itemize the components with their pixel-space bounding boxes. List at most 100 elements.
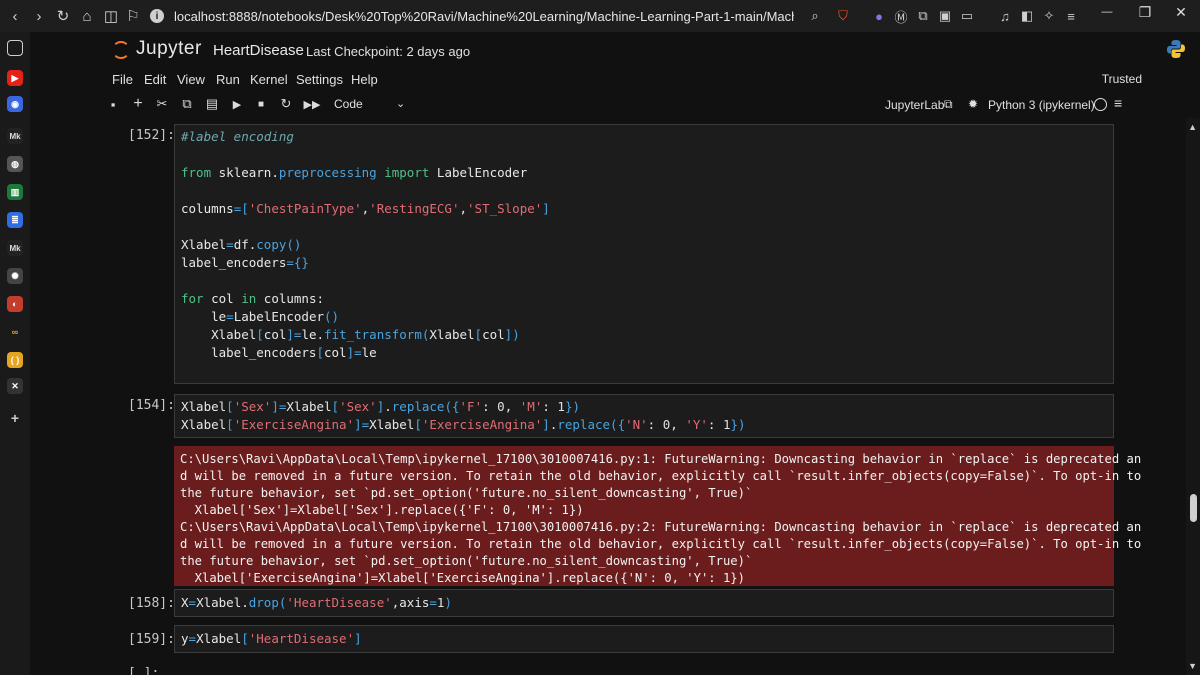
stderr-line: Xlabel['ExerciseAngina']=Xlabel['Exercis… [180,571,745,585]
jupyter-notebook-app: Jupyter HeartDisease Last Checkpoint: 2 … [30,32,1200,675]
save-icon[interactable]: ▪ [105,96,121,112]
code-line: label_encoders[col]=le [181,345,377,360]
cell-type-select[interactable]: Code [334,97,363,111]
infinity-icon[interactable]: ∞ [7,324,23,340]
address-bar[interactable]: i localhost:8888/notebooks/Desk%20Top%20… [150,5,838,27]
add-cell-icon[interactable]: + [130,95,146,112]
maximize-button[interactable]: ❐ [1130,0,1160,24]
code-cell[interactable]: X=Xlabel.drop('HeartDisease',axis=1) [174,589,1114,617]
external-link-icon[interactable]: ⧉ [944,97,953,112]
code-line: label_encoders={} [181,255,309,270]
menu-run[interactable]: Run [216,72,240,87]
trusted-indicator[interactable]: Trusted [1102,72,1142,86]
puzzle-icon[interactable]: ⧉ [914,7,932,25]
browser-toolbar: ‹ › ↻ ⌂ ◫ ⚐ i localhost:8888/notebooks/D… [0,0,1200,32]
metamask-icon[interactable]: Ⓜ [892,7,910,25]
cut-icon[interactable]: ✂ [154,96,170,112]
menu-view[interactable]: View [177,72,205,87]
debugger-icon[interactable]: ✹ [968,97,978,111]
minimize-button[interactable]: — [1092,0,1122,24]
notebook-toolbar: ▪ + ✂ ⧉ ▤ ▶ ■ ↻ ▶▶ Code ⌄ JupyterLab ⧉ ✹… [30,92,1200,118]
menu-help[interactable]: Help [351,72,378,87]
code-line: #label encoding [181,129,294,144]
menu-edit[interactable]: Edit [144,72,166,87]
code-line: le=LabelEncoder() [181,309,340,324]
stderr-line: Xlabel['Sex']=Xlabel['Sex'].replace({'F'… [180,503,584,517]
cell-prompt: [152]: [128,128,175,143]
medium-icon-2[interactable]: Mk [7,240,23,256]
back-icon[interactable]: ‹ [4,5,26,27]
code-cell[interactable]: #label encoding from sklearn.preprocessi… [174,124,1114,384]
fast-forward-icon[interactable]: ▶▶ [304,96,321,112]
stderr-line: C:\Users\Ravi\AppData\Local\Temp\ipykern… [180,520,1142,534]
stop-icon[interactable]: ■ [253,96,269,112]
stderr-line: the future behavior, set `pd.set_option(… [180,486,753,500]
forward-icon[interactable]: › [28,5,50,27]
jupyter-logo-text[interactable]: Jupyter [136,38,202,60]
split-icon[interactable]: ◧ [1018,7,1036,25]
info-icon[interactable]: i [150,9,164,23]
menu-file[interactable]: File [112,72,133,87]
sidebar-toggle-icon[interactable]: ◫ [100,5,122,27]
code-line: from sklearn.preprocessing import LabelE… [181,165,528,180]
openai-icon[interactable]: ✺ [7,268,23,284]
python-logo-icon [1167,40,1185,58]
copy-icon[interactable]: ⧉ [179,96,195,112]
home-icon[interactable]: ⌂ [76,5,98,27]
cell-prompt: [154]: [128,398,175,413]
notebook-title[interactable]: HeartDisease [213,42,304,59]
jupyter-header: Jupyter HeartDisease Last Checkpoint: 2 … [30,32,1200,68]
screenshot-icon[interactable]: ▣ [936,7,954,25]
scroll-down-icon[interactable]: ▼ [1188,661,1197,671]
code-line: Xlabel=df.copy() [181,237,302,252]
scroll-up-icon[interactable]: ▲ [1188,122,1197,132]
bracket-app-icon[interactable]: ( ) [7,352,23,368]
menu-settings[interactable]: Settings [296,72,343,87]
sidebar-panel-icon[interactable] [7,40,23,56]
chart-app-icon[interactable]: ▥ [7,184,23,200]
document-app-icon[interactable]: ≣ [7,212,23,228]
notebook-scrollbar[interactable] [1186,118,1200,675]
media-icon[interactable]: ▭ [958,7,976,25]
checkpoint-status: Last Checkpoint: 2 days ago [306,44,471,59]
cell-prompt: [ ]: [128,666,160,675]
code-line: Xlabel['Sex']=Xlabel['Sex'].replace({'F'… [181,399,580,414]
globe-icon[interactable]: ◍ [7,156,23,172]
hamburger-menu-icon[interactable]: ≡ [1114,95,1122,111]
jupyter-logo-icon[interactable] [112,41,130,59]
code-line: X=Xlabel.drop('HeartDisease',axis=1) [181,595,452,610]
paste-icon[interactable]: ▤ [204,96,220,112]
kernel-name[interactable]: Python 3 (ipykernel) [988,98,1095,112]
code-cell[interactable]: Xlabel['Sex']=Xlabel['Sex'].replace({'F'… [174,394,1114,438]
medium-icon[interactable]: Mk [7,128,23,144]
reload-icon[interactable]: ↻ [52,5,74,27]
zoom-icon[interactable]: ⌕ [806,7,824,25]
run-icon[interactable]: ▶ [229,96,245,112]
music-icon[interactable]: ♫ [996,7,1014,25]
compass-icon[interactable]: ◐ [7,296,23,312]
chevron-down-icon[interactable]: ⌄ [396,97,405,110]
stderr-line: C:\Users\Ravi\AppData\Local\Temp\ipykern… [180,452,1142,466]
code-cell[interactable]: y=Xlabel['HeartDisease'] [174,625,1114,653]
url-text[interactable]: localhost:8888/notebooks/Desk%20Top%20Ra… [174,9,794,24]
browser-sidebar: ▶ ◉ Mk ◍ ▥ ≣ Mk ✺ ◐ ∞ ( ) ✕ + [0,32,30,675]
youtube-icon[interactable]: ▶ [7,70,23,86]
menu-kernel[interactable]: Kernel [250,72,288,87]
stderr-line: d will be removed in a future version. T… [180,469,1142,483]
x-icon[interactable]: ✕ [7,378,23,394]
code-line: Xlabel['ExerciseAngina']=Xlabel['Exercis… [181,417,746,432]
vpn-icon[interactable]: ● [870,7,888,25]
restart-icon[interactable]: ↻ [278,96,294,112]
menu-icon[interactable]: ≡ [1062,7,1080,25]
add-app-icon[interactable]: + [7,410,23,426]
leo-icon[interactable]: ✧ [1040,7,1058,25]
bookmark-icon[interactable]: ⚐ [122,5,144,27]
cell-prompt: [159]: [128,632,175,647]
brave-shield-icon[interactable]: ⛉ [834,7,852,25]
shield-app-icon[interactable]: ◉ [7,96,23,112]
stderr-output: C:\Users\Ravi\AppData\Local\Temp\ipykern… [174,446,1141,586]
jupyterlab-link[interactable]: JupyterLab [885,98,944,112]
scrollbar-thumb[interactable] [1190,494,1197,522]
close-button[interactable]: ✕ [1166,0,1196,24]
menu-bar: File Edit View Run Kernel Settings Help … [30,68,1200,92]
